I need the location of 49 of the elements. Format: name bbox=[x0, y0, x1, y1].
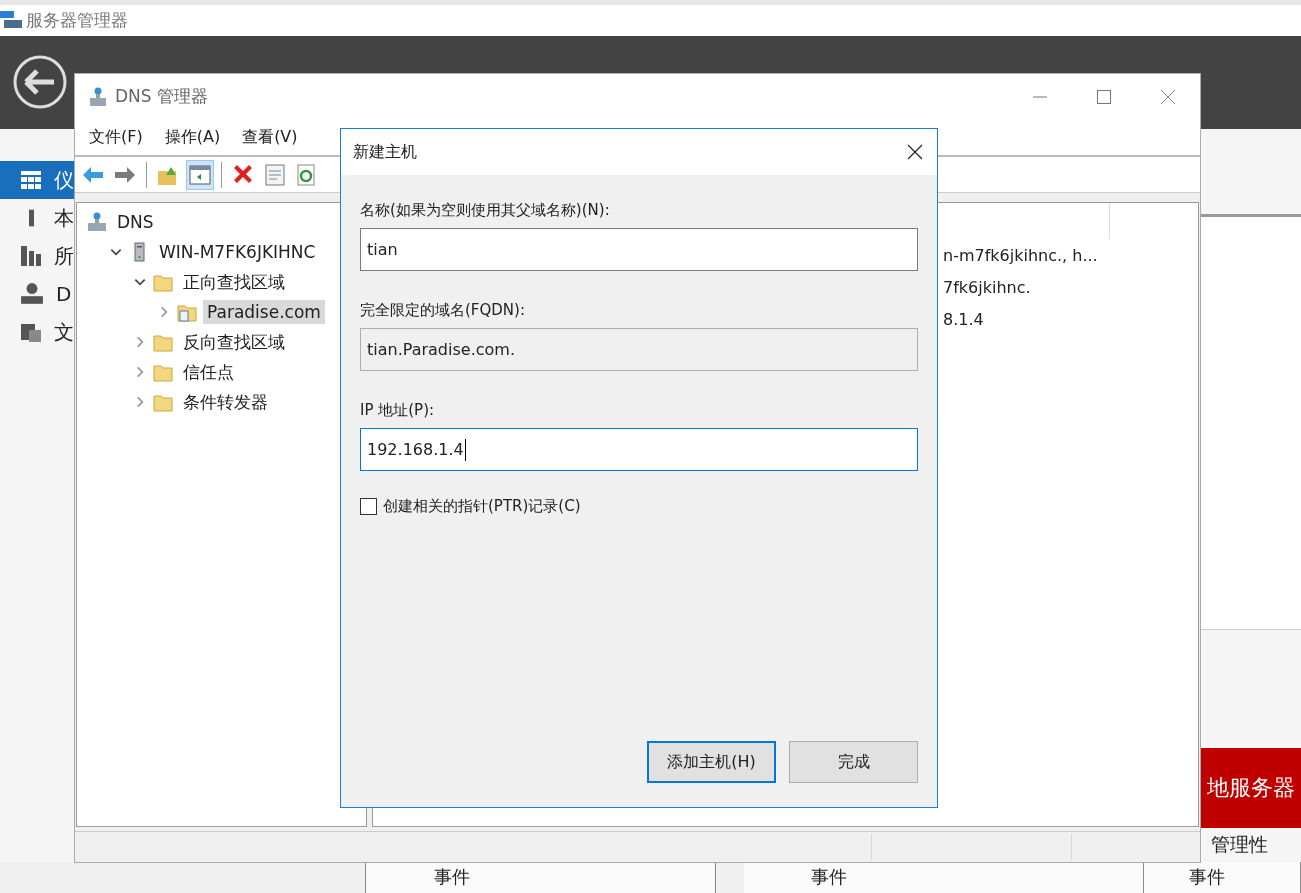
list-cell: n-m7fk6jkihnc., h... bbox=[943, 245, 1098, 265]
server-manager-icon bbox=[0, 11, 22, 30]
dialog-title: 新建主机 bbox=[353, 141, 417, 163]
folder-icon bbox=[153, 332, 173, 352]
tree-item[interactable]: WIN-M7FK6JKIHNC bbox=[155, 240, 320, 264]
field-label: 名称(如果为空则使用其父域名称)(N): bbox=[360, 201, 611, 220]
maximize-icon[interactable] bbox=[1096, 88, 1112, 105]
folder-icon bbox=[153, 272, 173, 292]
tree-item[interactable]: 反向查找区域 bbox=[179, 328, 289, 356]
list-cell: 7fk6jkihnc. bbox=[943, 277, 1031, 297]
menu-item[interactable]: 查看(V) bbox=[242, 126, 298, 148]
tile-label: 事件 bbox=[434, 866, 470, 888]
tile-label: 事件 bbox=[1189, 866, 1225, 888]
input-field[interactable]: 192.168.1.4 bbox=[360, 428, 918, 471]
folder-icon bbox=[153, 392, 173, 412]
sidebar-item[interactable]: 文 bbox=[0, 313, 74, 352]
field-label: 完全限定的域名(FQDN): bbox=[360, 301, 526, 320]
sidebar-icon bbox=[20, 282, 44, 307]
server-banner: 地服务器 bbox=[1201, 748, 1301, 829]
back-button-icon[interactable] bbox=[12, 54, 68, 111]
sidebar-item[interactable]: 所 bbox=[0, 237, 74, 276]
tree-item[interactable]: 条件转发器 bbox=[179, 388, 272, 416]
window-title: DNS 管理器 bbox=[115, 85, 208, 108]
checkbox-label: 创建相关的指针(PTR)记录(C) bbox=[383, 497, 581, 516]
window-title: 服务器管理器 bbox=[26, 8, 128, 32]
sidebar-item[interactable]: D bbox=[0, 275, 74, 314]
sidebar-icon bbox=[20, 244, 42, 269]
dns-icon bbox=[87, 212, 107, 232]
checkbox[interactable] bbox=[360, 498, 377, 515]
close-icon[interactable] bbox=[907, 144, 923, 160]
zone-folder-icon bbox=[177, 302, 197, 322]
dialog-button[interactable]: 完成 bbox=[789, 741, 918, 783]
folder-icon bbox=[153, 362, 173, 382]
menu-item[interactable]: 文件(F) bbox=[89, 126, 143, 148]
dns-icon bbox=[89, 86, 107, 107]
tree-item[interactable]: 信任点 bbox=[179, 358, 238, 386]
toolbar-button[interactable] bbox=[186, 159, 214, 190]
tile-label: 事件 bbox=[811, 866, 847, 888]
tree-item[interactable]: 正向查找区域 bbox=[179, 268, 289, 296]
sidebar-item[interactable]: 仪 bbox=[0, 161, 74, 200]
tree-item[interactable]: DNS bbox=[113, 210, 158, 234]
sidebar-item[interactable]: 本 bbox=[0, 199, 74, 238]
tree-item[interactable]: Paradise.com bbox=[203, 300, 325, 324]
menu-item[interactable]: 操作(A) bbox=[164, 126, 221, 148]
field-label: IP 地址(P): bbox=[360, 401, 436, 420]
list-cell: 8.1.4 bbox=[943, 309, 984, 329]
input-field[interactable]: tian bbox=[360, 228, 918, 271]
dialog-button[interactable]: 添加主机(H) bbox=[647, 741, 776, 783]
tile-caption: 管理性 bbox=[1210, 832, 1269, 858]
